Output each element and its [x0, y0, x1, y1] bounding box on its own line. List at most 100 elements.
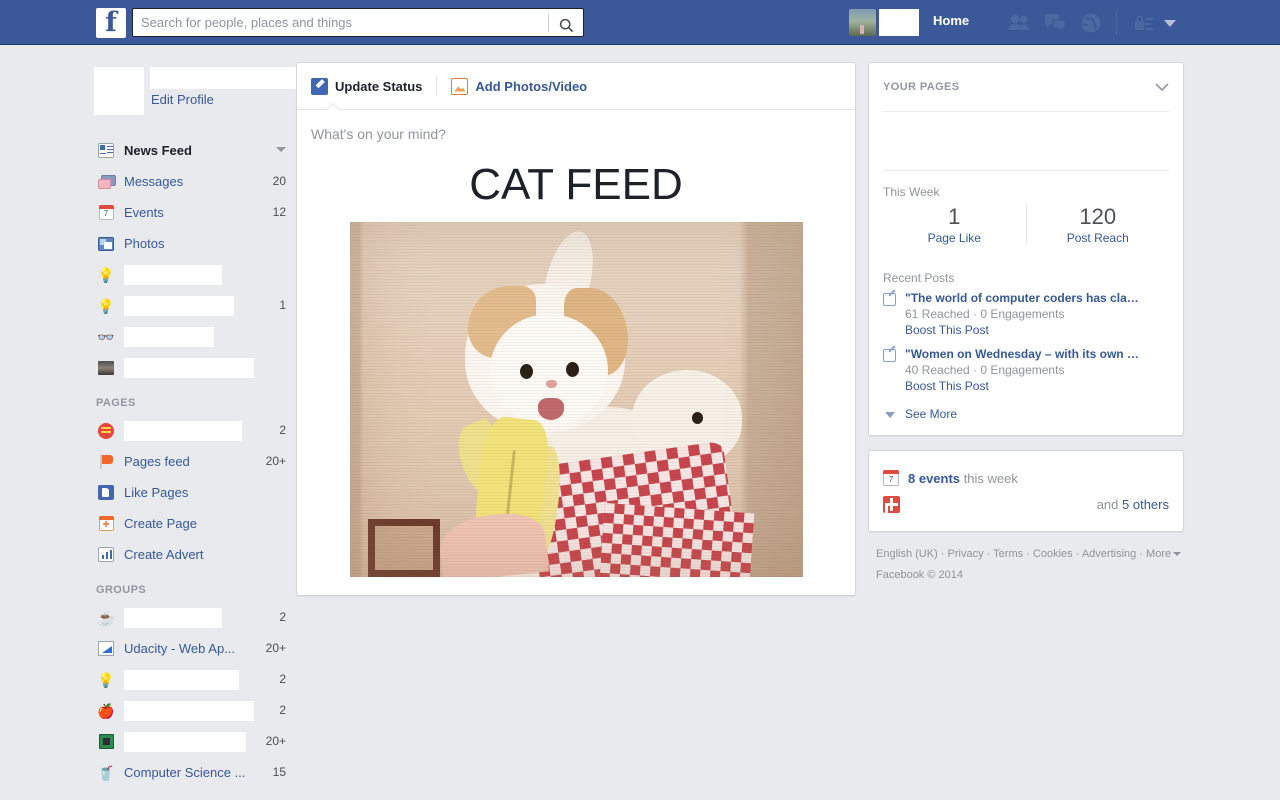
- create-page-icon: +: [96, 514, 116, 534]
- stat-post-reach[interactable]: 120 Post Reach: [1027, 203, 1170, 245]
- stat-page-likes[interactable]: 1 Page Like: [883, 203, 1026, 245]
- header-profile-photo[interactable]: [849, 9, 876, 36]
- recent-post-item[interactable]: "Women on Wednesday – with its own … 40 …: [883, 347, 1169, 403]
- lightbulb-icon: 💡: [97, 297, 115, 314]
- home-link[interactable]: Home: [933, 13, 969, 28]
- your-pages-header: YOUR PAGES: [883, 63, 1169, 111]
- account-menu-chevron-down-icon[interactable]: [1163, 18, 1177, 28]
- sidebar-item-redacted-4[interactable]: [96, 352, 286, 383]
- footer-link-privacy[interactable]: Privacy: [948, 548, 984, 560]
- sidebar-item-create-page[interactable]: + Create Page: [96, 508, 286, 539]
- sidebar-group-redacted-4[interactable]: 20+: [96, 726, 286, 757]
- sidebar-item-label-redacted: [124, 326, 214, 347]
- stat-label[interactable]: Post Reach: [1027, 231, 1170, 245]
- search-input[interactable]: [133, 9, 543, 36]
- sidebar-item-label-redacted: [124, 607, 222, 628]
- sidebar-item-count: 20+: [265, 734, 286, 748]
- stat-value: 1: [948, 204, 961, 229]
- events-others-row[interactable]: and 5 others: [883, 491, 1169, 517]
- footer-link-language[interactable]: English (UK): [876, 548, 938, 560]
- footer-links: English (UK) · Privacy · Terms · Cookies…: [868, 532, 1184, 581]
- see-more-link[interactable]: See More: [883, 403, 1169, 435]
- sidebar-item-messages[interactable]: Messages 20: [96, 166, 286, 197]
- sidebar-item-label-redacted: [124, 420, 242, 441]
- tab-add-photos-video[interactable]: Add Photos/Video: [451, 63, 587, 109]
- chip-icon: [96, 732, 116, 752]
- messages-icon[interactable]: [1042, 10, 1068, 36]
- triangle-down-icon: [885, 412, 895, 418]
- events-suffix: this week: [963, 470, 1018, 486]
- chevron-down-icon[interactable]: [1155, 82, 1169, 92]
- status-input-placeholder[interactable]: What's on your mind?: [311, 126, 841, 142]
- sidebar-item-count: 12: [272, 205, 286, 219]
- sidebar-item-label: News Feed: [124, 143, 192, 158]
- post-title: CAT FEED: [469, 160, 683, 209]
- recent-post-headline[interactable]: "Women on Wednesday – with its own …: [905, 347, 1169, 361]
- sidebar-item-photos[interactable]: Photos: [96, 228, 286, 259]
- sidebar-profile-photo[interactable]: [94, 67, 144, 115]
- stat-label[interactable]: Page Like: [883, 231, 1026, 245]
- search-submit-button[interactable]: [549, 9, 583, 36]
- boost-post-link[interactable]: Boost This Post: [905, 323, 1169, 337]
- lightbulb-icon: 💡: [97, 266, 115, 283]
- footer-link-advertising[interactable]: Advertising: [1082, 548, 1136, 560]
- friends-icon[interactable]: [1006, 10, 1032, 36]
- composer-body: What's on your mind? CAT FEED: [297, 110, 855, 595]
- sidebar-item-count: 2: [279, 423, 286, 437]
- your-pages-title: YOUR PAGES: [883, 81, 960, 93]
- chevron-down-icon[interactable]: [276, 147, 286, 152]
- sidebar-group-redacted-3[interactable]: 🍎 2: [96, 695, 286, 726]
- privacy-lock-icon[interactable]: [1131, 10, 1157, 36]
- header-divider: [1116, 10, 1117, 35]
- sidebar-item-like-pages[interactable]: Like Pages: [96, 477, 286, 508]
- stat-value: 120: [1079, 204, 1117, 229]
- sidebar-page-redacted[interactable]: 2: [96, 415, 286, 446]
- newsfeed-icon: [96, 141, 116, 161]
- gift-icon: [883, 495, 900, 513]
- sidebar-item-events[interactable]: 7 Events 12: [96, 197, 286, 228]
- sidebar-group-redacted-2[interactable]: 💡 2: [96, 664, 286, 695]
- lightbulb-icon: 💡: [97, 671, 115, 688]
- page-row-redacted[interactable]: [883, 112, 1169, 170]
- caret-down-icon[interactable]: [1173, 551, 1182, 556]
- sidebar-item-redacted-3[interactable]: 👓: [96, 321, 286, 352]
- footer-link-cookies[interactable]: Cookies: [1033, 548, 1073, 560]
- sidebar-item-label: Computer Science ...: [124, 765, 246, 780]
- facebook-logo[interactable]: f: [96, 8, 126, 38]
- status-composer-card: Update Status Add Photos/Video What's on…: [296, 62, 856, 596]
- sidebar-group-computer-science[interactable]: 🥤 Computer Science ... 15: [96, 757, 286, 788]
- sidebar-item-pages-feed[interactable]: Pages feed 20+: [96, 446, 286, 477]
- coffee-mug-icon: ☕: [97, 609, 115, 626]
- edit-profile-link[interactable]: Edit Profile: [151, 92, 214, 107]
- sidebar-group-redacted-1[interactable]: ☕ 2: [96, 602, 286, 633]
- sidebar-item-news-feed[interactable]: News Feed: [96, 135, 286, 166]
- sidebar-item-create-advert[interactable]: Create Advert: [96, 539, 286, 570]
- sidebar-item-redacted-2[interactable]: 💡 1: [96, 290, 286, 321]
- active-tab-notch: [326, 103, 340, 110]
- recent-post-item[interactable]: "The world of computer coders has cla… 6…: [883, 291, 1169, 347]
- sidebar-item-label-redacted: [124, 700, 254, 721]
- boost-post-link[interactable]: Boost This Post: [905, 379, 1169, 393]
- sidebar-item-label-redacted: [124, 264, 222, 285]
- events-this-week-row[interactable]: 7 8 events this week: [883, 465, 1169, 491]
- header-profile-name-redacted[interactable]: [879, 9, 919, 36]
- sidebar-item-count: 20+: [265, 641, 286, 655]
- footer-link-more[interactable]: More: [1146, 548, 1171, 560]
- recent-posts-heading: Recent Posts: [883, 271, 955, 285]
- sidebar-item-redacted-1[interactable]: 💡: [96, 259, 286, 290]
- recent-post-headline[interactable]: "The world of computer coders has cla…: [905, 291, 1169, 305]
- globe-icon[interactable]: [1078, 10, 1104, 36]
- others-count[interactable]: 5 others: [1122, 497, 1169, 512]
- bar-chart-icon: [96, 545, 116, 565]
- sidebar-item-label-redacted: [124, 295, 234, 316]
- sidebar-item-count: 20+: [265, 454, 286, 468]
- footer-link-terms[interactable]: Terms: [993, 548, 1023, 560]
- sidebar-group-udacity[interactable]: Udacity - Web Ap... 20+: [96, 633, 286, 664]
- post-image-cat-eating-banana[interactable]: [349, 222, 803, 577]
- sidebar-item-label: Pages feed: [124, 454, 190, 469]
- search-box[interactable]: [132, 8, 584, 37]
- profile-block[interactable]: Edit Profile: [94, 67, 335, 119]
- your-pages-card: YOUR PAGES This Week 1 Page Like 120 Pos…: [868, 62, 1184, 436]
- left-sidebar: Edit Profile News Feed Messages 20 7 Eve…: [0, 45, 335, 800]
- events-count[interactable]: 8 events: [908, 471, 960, 486]
